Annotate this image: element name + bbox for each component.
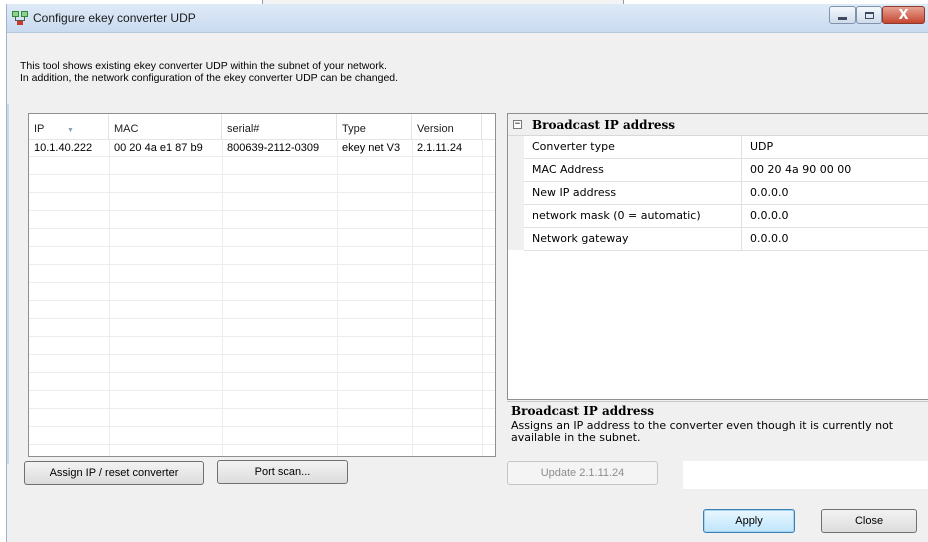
property-row-converter-type[interactable]: Converter type UDP	[524, 136, 928, 159]
property-row-mac-address[interactable]: MAC Address 00 20 4a 90 00 00	[524, 159, 928, 182]
description-line-1: This tool shows existing ekey converter …	[20, 60, 387, 72]
update-button[interactable]: Update 2.1.11.24	[507, 461, 658, 485]
maximize-button[interactable]	[856, 6, 882, 24]
collapse-icon[interactable]: −	[513, 120, 522, 129]
property-name: network mask (0 = automatic)	[524, 205, 742, 227]
property-category-label: Broadcast IP address	[532, 118, 676, 132]
empty-row	[29, 391, 495, 409]
property-row-network-gateway[interactable]: Network gateway 0.0.0.0	[524, 228, 928, 251]
property-name: MAC Address	[524, 159, 742, 181]
column-header-type[interactable]: Type	[337, 114, 412, 139]
cell-mac: 00 20 4a e1 87 b9	[114, 142, 203, 154]
close-button[interactable]: Close	[821, 509, 917, 533]
cell-type: ekey net V3	[342, 142, 401, 154]
property-value[interactable]: 0.0.0.0	[742, 228, 788, 250]
port-scan-button[interactable]: Port scan...	[217, 460, 348, 484]
cell-version: 2.1.11.24	[417, 142, 463, 154]
empty-row	[29, 157, 495, 175]
dialog-window: Configure ekey converter UDP X This tool…	[6, 4, 928, 542]
description-line-2: In addition, the network configuration o…	[20, 72, 399, 84]
cell-ip: 10.1.40.222	[34, 142, 93, 154]
table-row[interactable]: 10.1.40.222 00 20 4a e1 87 b9 800639-211…	[29, 139, 495, 157]
empty-row	[29, 373, 495, 391]
empty-row	[29, 427, 495, 445]
empty-row	[29, 283, 495, 301]
column-header-ip[interactable]: IP ▼	[29, 114, 109, 139]
window-edge	[7, 104, 9, 464]
property-help-panel: Broadcast IP address Assigns an IP addre…	[507, 401, 928, 455]
empty-row	[29, 229, 495, 247]
property-value[interactable]: 0.0.0.0	[742, 182, 788, 204]
window-title: Configure ekey converter UDP	[33, 11, 196, 25]
empty-row	[29, 337, 495, 355]
description-text: This tool shows existing ekey converter …	[20, 60, 398, 84]
empty-row	[29, 301, 495, 319]
property-value[interactable]: UDP	[742, 136, 773, 158]
status-box	[683, 461, 928, 489]
empty-row	[29, 355, 495, 373]
property-value[interactable]: 00 20 4a 90 00 00	[742, 159, 851, 181]
property-name: New IP address	[524, 182, 742, 204]
property-name: Converter type	[524, 136, 742, 158]
empty-row	[29, 319, 495, 337]
maximize-icon	[864, 11, 874, 19]
network-app-icon	[12, 11, 28, 25]
help-text: Assigns an IP address to the converter e…	[511, 419, 894, 444]
cell-serial: 800639-2112-0309	[227, 142, 320, 154]
property-row-new-ip[interactable]: New IP address 0.0.0.0	[524, 182, 928, 205]
empty-row	[29, 409, 495, 427]
apply-button[interactable]: Apply	[703, 509, 795, 533]
column-header-serial[interactable]: serial#	[222, 114, 337, 139]
property-value[interactable]: 0.0.0.0	[742, 205, 788, 227]
column-header-mac[interactable]: MAC	[109, 114, 222, 139]
property-gutter	[508, 136, 524, 250]
help-title: Broadcast IP address	[511, 404, 655, 418]
minimize-button[interactable]	[829, 6, 856, 24]
close-icon: X	[898, 7, 909, 23]
empty-row	[29, 211, 495, 229]
minimize-icon	[838, 16, 847, 20]
property-row-network-mask[interactable]: network mask (0 = automatic) 0.0.0.0	[524, 205, 928, 228]
empty-row	[29, 265, 495, 283]
title-bar[interactable]: Configure ekey converter UDP X	[7, 4, 928, 33]
empty-row	[29, 175, 495, 193]
device-list-header: IP ▼ MAC serial# Type Version	[29, 114, 495, 140]
property-grid[interactable]: − Broadcast IP address Converter type UD…	[507, 113, 928, 400]
property-name: Network gateway	[524, 228, 742, 250]
device-list[interactable]: IP ▼ MAC serial# Type Version 10.1.40.22…	[28, 113, 496, 457]
property-category[interactable]: − Broadcast IP address	[508, 114, 928, 136]
close-window-button[interactable]: X	[882, 6, 925, 24]
empty-row	[29, 193, 495, 211]
column-header-version[interactable]: Version	[412, 114, 482, 139]
empty-row	[29, 247, 495, 265]
assign-ip-button[interactable]: Assign IP / reset converter	[24, 461, 204, 485]
